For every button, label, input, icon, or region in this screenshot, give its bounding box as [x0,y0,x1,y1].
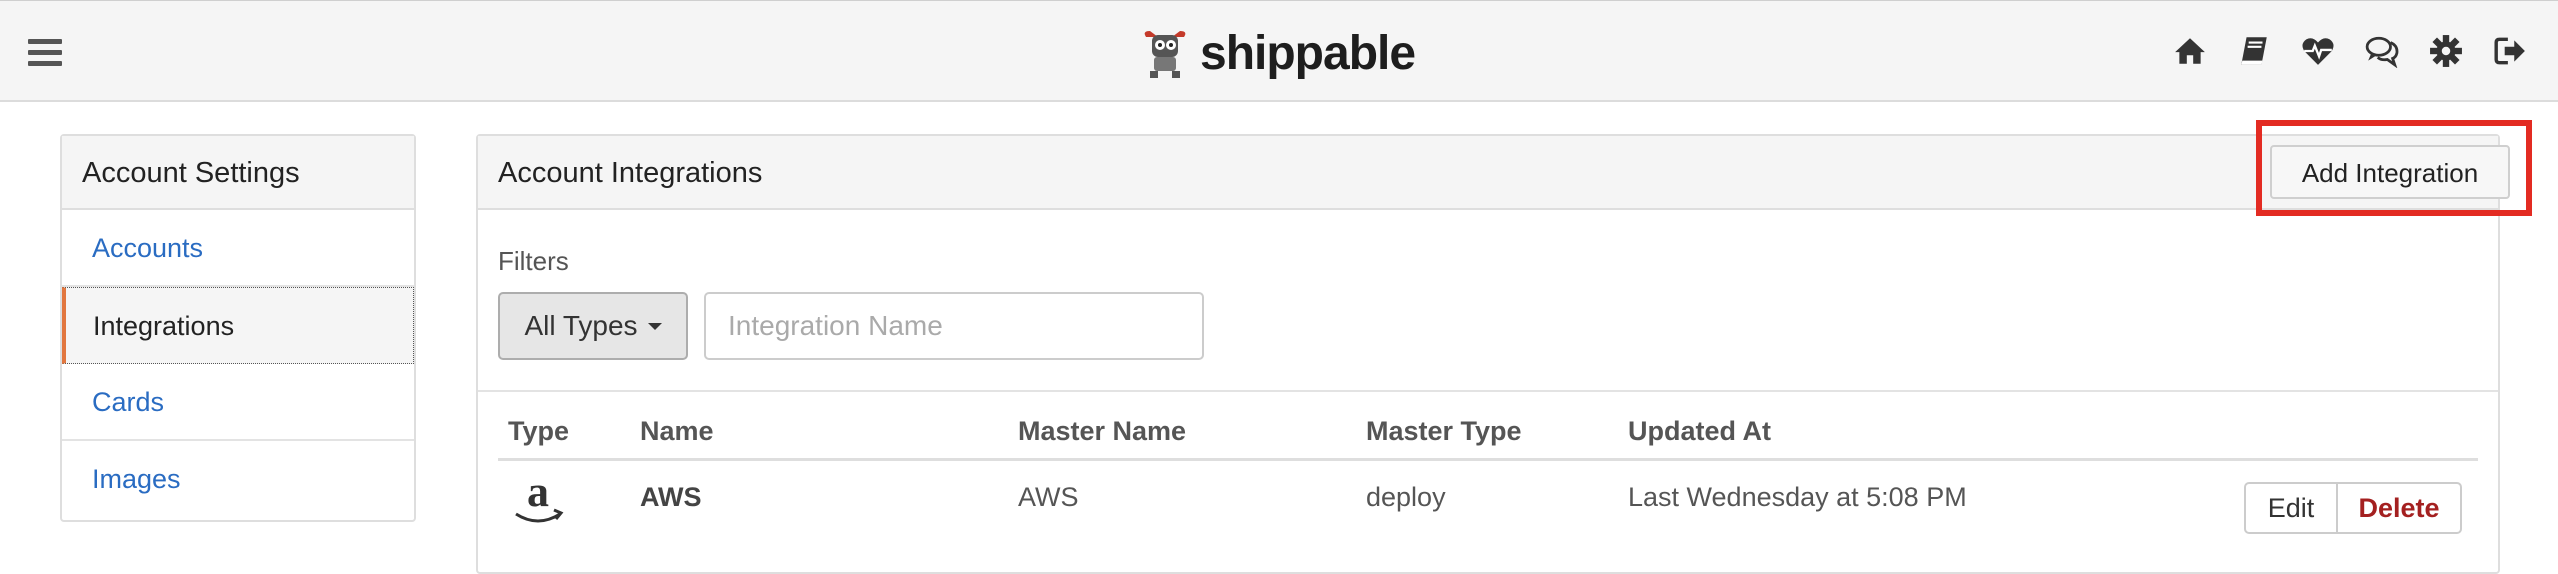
divider [478,390,2498,392]
gear-icon[interactable] [2428,33,2464,69]
nav-icon-bar [2172,33,2528,69]
account-settings-sidebar: Account Settings Accounts Integrations C… [60,134,416,522]
row-actions: Edit Delete [2244,482,2462,534]
table-header: Type Name Master Name Master Type Update… [498,408,2478,461]
panel-header: Account Integrations Add Integration [478,120,2532,216]
book-icon[interactable] [2236,33,2272,69]
chat-icon[interactable] [2364,33,2400,69]
sidebar-item-images[interactable]: Images [62,441,414,518]
column-updated-at[interactable]: Updated At [1628,416,1771,447]
robot-mascot-icon [1144,31,1186,78]
add-integration-button[interactable]: Add Integration [2270,145,2510,199]
column-master-type[interactable]: Master Type [1366,416,1522,447]
home-icon[interactable] [2172,33,2208,69]
amazon-icon: a [515,472,564,523]
hamburger-menu-icon[interactable] [28,39,62,67]
account-integrations-panel: Account Integrations Add Integration Fil… [476,120,2532,574]
edit-button[interactable]: Edit [2244,482,2338,534]
column-master-name[interactable]: Master Name [1018,416,1186,447]
caret-down-icon [647,322,662,330]
column-name[interactable]: Name [640,416,714,447]
filters-label: Filters [498,246,569,276]
delete-button[interactable]: Delete [2338,482,2462,534]
integration-name-input[interactable] [704,292,1204,360]
sidebar-item-integrations[interactable]: Integrations [62,287,414,364]
sidebar-item-accounts[interactable]: Accounts [62,210,414,287]
sidebar-item-cards[interactable]: Cards [62,364,414,441]
type-filter-dropdown[interactable]: All Types [498,292,688,360]
panel-title: Account Integrations [498,157,763,189]
sidebar-title: Account Settings [62,136,414,210]
top-navbar: shippable [0,0,2558,102]
table-row: a AWS AWS deploy Last Wednesday at 5:08 … [498,462,2478,552]
heartbeat-icon[interactable] [2300,33,2336,69]
svg-text:a: a [527,472,549,516]
logout-icon[interactable] [2492,33,2528,69]
master-type: deploy [1366,482,1446,512]
integration-name: AWS [640,482,702,512]
shippable-logo[interactable]: shippable [1140,23,1416,83]
updated-at: Last Wednesday at 5:08 PM [1628,482,1967,512]
logo-text: shippable [1200,26,1416,80]
column-type[interactable]: Type [508,416,569,447]
master-name: AWS [1018,482,1079,512]
type-filter-label: All Types [524,310,638,341]
